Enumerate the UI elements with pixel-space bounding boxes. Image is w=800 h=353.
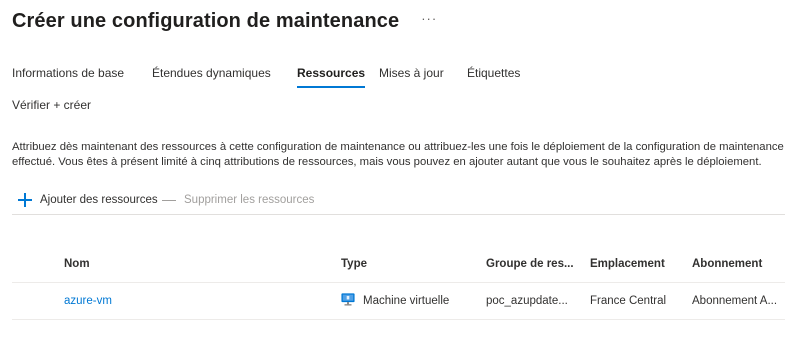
column-header-emplacement[interactable]: Emplacement xyxy=(590,246,684,282)
tab-etiquettes[interactable]: Étiquettes xyxy=(467,64,520,82)
page-header: Créer une configuration de maintenance ·… xyxy=(12,6,437,36)
virtual-machine-icon xyxy=(341,293,355,306)
tab-ressources[interactable]: Ressources xyxy=(297,64,366,88)
resource-name-link[interactable]: azure-vm xyxy=(64,295,112,307)
add-resources-label: Ajouter des ressources xyxy=(40,194,158,206)
resources-table: Nom Type Groupe de res... Emplacement Ab… xyxy=(12,246,785,320)
resource-type: Machine virtuelle xyxy=(363,295,450,307)
tab-informations-de-base[interactable]: Informations de base xyxy=(12,64,124,82)
plus-icon xyxy=(18,193,32,207)
resource-subscription: Abonnement A... xyxy=(692,295,778,307)
command-bar: Ajouter des ressources Supprimer les res… xyxy=(12,191,785,215)
column-header-groupe-de-ressources[interactable]: Groupe de res... xyxy=(486,246,578,282)
table-row[interactable]: azure-vm Machine virtuelle poc_azupdate.… xyxy=(12,283,785,320)
column-header-nom[interactable]: Nom xyxy=(64,246,334,282)
tab-etendues-dynamiques[interactable]: Étendues dynamiques xyxy=(152,64,271,82)
tab-mises-a-jour[interactable]: Mises à jour xyxy=(379,64,444,82)
description-text: Attribuez dès maintenant des ressources … xyxy=(12,141,784,168)
remove-resources-label: Supprimer les ressources xyxy=(184,194,315,206)
column-header-type[interactable]: Type xyxy=(341,246,481,282)
tab-bar: Informations de base Étendues dynamiques… xyxy=(12,64,788,88)
column-header-abonnement[interactable]: Abonnement xyxy=(692,246,792,282)
table-header-row: Nom Type Groupe de res... Emplacement Ab… xyxy=(12,246,785,283)
page-title: Créer une configuration de maintenance xyxy=(12,9,400,32)
minus-icon xyxy=(162,193,176,207)
remove-resources-button[interactable]: Supprimer les ressources xyxy=(162,191,314,209)
more-options-icon[interactable]: ··· xyxy=(421,11,437,26)
resource-location: France Central xyxy=(590,295,667,307)
add-resources-button[interactable]: Ajouter des ressources xyxy=(18,191,158,209)
tab-verifier-creer[interactable]: Vérifier + créer xyxy=(12,96,91,114)
resource-group: poc_azupdate... xyxy=(486,295,568,307)
